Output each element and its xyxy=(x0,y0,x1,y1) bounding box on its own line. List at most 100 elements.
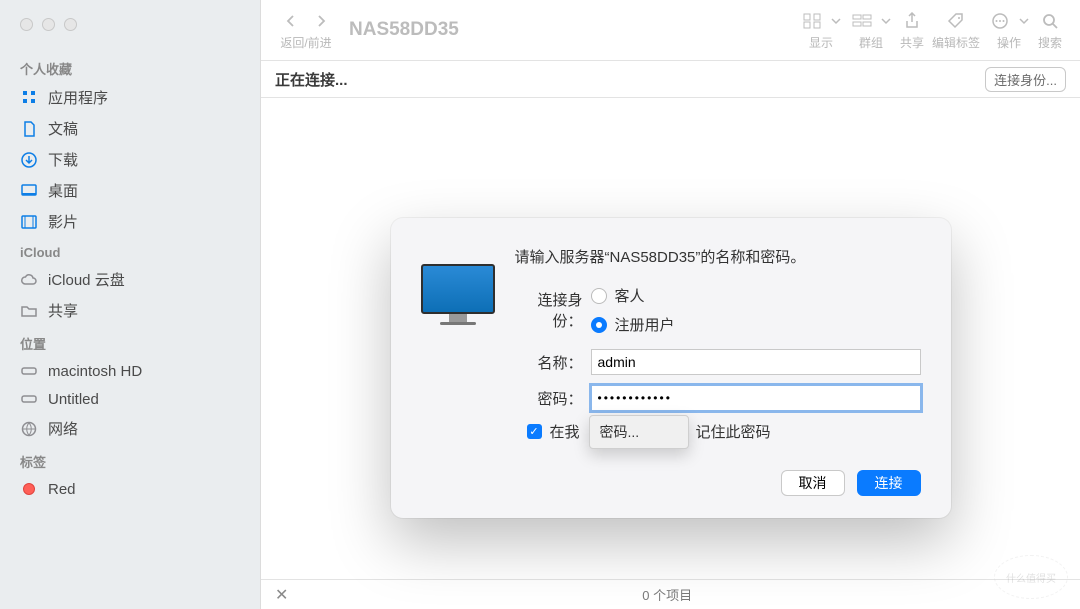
search-icon[interactable] xyxy=(1038,10,1062,32)
remember-label-before: 在我 xyxy=(550,421,580,442)
download-icon xyxy=(20,151,38,169)
sidebar-item-tag-red[interactable]: Red xyxy=(0,475,260,503)
cancel-icon[interactable]: ✕ xyxy=(275,585,288,605)
toolbar-actions-group: 操作 xyxy=(988,10,1030,51)
toolbar-label: 操作 xyxy=(997,34,1021,51)
sidebar-item-downloads[interactable]: 下载 xyxy=(0,144,260,175)
toolbar-label: 返回/前进 xyxy=(280,34,331,51)
disk-icon xyxy=(20,390,38,408)
tag-dot-icon xyxy=(20,480,38,498)
toolbar-label: 共享 xyxy=(900,34,924,51)
sidebar-item-icloud-drive[interactable]: iCloud 云盘 xyxy=(0,264,260,295)
main-area: 返回/前进 NAS58DD35 显示 群组 xyxy=(261,0,1080,609)
name-label: 名称： xyxy=(515,352,591,373)
name-input[interactable] xyxy=(591,349,921,375)
sidebar-item-applications[interactable]: 应用程序 xyxy=(0,82,260,113)
sidebar-section-icloud: iCloud xyxy=(0,237,260,264)
globe-icon xyxy=(20,420,38,438)
sidebar-item-label: Untitled xyxy=(48,391,99,408)
server-monitor-icon xyxy=(421,264,495,442)
disk-icon xyxy=(20,362,38,380)
button-label: 连接 xyxy=(875,473,903,493)
traffic-lights xyxy=(0,0,260,43)
button-label: 取消 xyxy=(799,473,827,493)
connection-bar: 正在连接... 连接身份... xyxy=(261,60,1080,98)
toolbar: 返回/前进 NAS58DD35 显示 群组 xyxy=(261,0,1080,60)
radio-guest[interactable]: 客人 xyxy=(591,285,675,306)
radio-unselected-icon xyxy=(591,288,607,304)
forward-button[interactable] xyxy=(309,10,333,32)
tag-icon[interactable] xyxy=(944,10,968,32)
watermark: 什么值得买 xyxy=(994,555,1068,599)
toolbar-label: 群组 xyxy=(859,34,883,51)
back-button[interactable] xyxy=(279,10,303,32)
group-icon[interactable] xyxy=(850,10,874,32)
toolbar-share-group: 共享 xyxy=(900,10,924,51)
chevron-down-icon[interactable] xyxy=(880,10,892,32)
connect-as-button[interactable]: 连接身份... xyxy=(985,67,1066,92)
toolbar-label: 显示 xyxy=(809,34,833,51)
status-bar: ✕ 0 个项目 xyxy=(261,579,1080,609)
close-window-icon[interactable] xyxy=(20,18,33,31)
sidebar-item-label: Red xyxy=(48,481,76,498)
sidebar-item-label: 应用程序 xyxy=(48,87,108,108)
sidebar-item-label: 下载 xyxy=(48,149,78,170)
chevron-down-icon[interactable] xyxy=(1018,10,1030,32)
sidebar-section-locations: 位置 xyxy=(0,326,260,357)
sidebar-scroll: 个人收藏 应用程序 文稿 下载 桌面 影片 iCloud xyxy=(0,43,260,609)
sidebar-item-untitled[interactable]: Untitled xyxy=(0,385,260,413)
auth-form: 请输入服务器“NAS58DD35”的名称和密码。 连接身份： 客人 xyxy=(515,246,921,442)
password-input[interactable] xyxy=(591,385,921,411)
toolbar-group-group: 群组 xyxy=(850,10,892,51)
sidebar-item-movies[interactable]: 影片 xyxy=(0,206,260,237)
document-icon xyxy=(20,120,38,138)
radio-selected-icon xyxy=(591,317,607,333)
window-title: NAS58DD35 xyxy=(349,19,459,41)
sidebar-section-tags: 标签 xyxy=(0,444,260,475)
connect-button[interactable]: 连接 xyxy=(857,470,921,496)
radio-label: 客人 xyxy=(615,285,645,306)
toolbar-label: 搜索 xyxy=(1038,34,1062,51)
sidebar: 个人收藏 应用程序 文稿 下载 桌面 影片 iCloud xyxy=(0,0,261,609)
password-autocomplete-popup[interactable]: 密码... xyxy=(589,415,689,449)
sidebar-item-desktop[interactable]: 桌面 xyxy=(0,175,260,206)
view-icon-grid-icon[interactable] xyxy=(800,10,824,32)
autocomplete-text: 密码... xyxy=(600,422,640,442)
cloud-icon xyxy=(20,271,38,289)
toolbar-label: 编辑标签 xyxy=(932,34,980,51)
sidebar-item-documents[interactable]: 文稿 xyxy=(0,113,260,144)
toolbar-view-group: 显示 xyxy=(800,10,842,51)
auth-dialog: 请输入服务器“NAS58DD35”的名称和密码。 连接身份： 客人 xyxy=(391,218,951,518)
connect-as-label: 连接身份： xyxy=(515,289,591,331)
share-icon[interactable] xyxy=(900,10,924,32)
sidebar-section-favorites: 个人收藏 xyxy=(0,51,260,82)
item-count: 0 个项目 xyxy=(288,585,1046,604)
dialog-prompt: 请输入服务器“NAS58DD35”的名称和密码。 xyxy=(515,246,921,267)
folder-shared-icon xyxy=(20,302,38,320)
toolbar-search-group: 搜索 xyxy=(1038,10,1062,51)
sidebar-item-label: 影片 xyxy=(48,211,78,232)
chevron-down-icon[interactable] xyxy=(830,10,842,32)
radio-registered[interactable]: 注册用户 xyxy=(591,314,675,335)
finder-window: 个人收藏 应用程序 文稿 下载 桌面 影片 iCloud xyxy=(0,0,1080,609)
sidebar-item-label: iCloud 云盘 xyxy=(48,269,125,290)
zoom-window-icon[interactable] xyxy=(64,18,77,31)
cancel-button[interactable]: 取消 xyxy=(781,470,845,496)
content-area: 请输入服务器“NAS58DD35”的名称和密码。 连接身份： 客人 xyxy=(261,98,1080,579)
radio-label: 注册用户 xyxy=(615,314,675,335)
toolbar-nav-group: 返回/前进 xyxy=(279,10,333,51)
sidebar-item-label: 共享 xyxy=(48,300,78,321)
sidebar-item-shared[interactable]: 共享 xyxy=(0,295,260,326)
sidebar-item-network[interactable]: 网络 xyxy=(0,413,260,444)
sidebar-item-label: macintosh HD xyxy=(48,363,142,380)
sidebar-item-label: 文稿 xyxy=(48,118,78,139)
sidebar-item-macintosh-hd[interactable]: macintosh HD xyxy=(0,357,260,385)
sidebar-item-label: 桌面 xyxy=(48,180,78,201)
movie-icon xyxy=(20,213,38,231)
toolbar-tags-group: 编辑标签 xyxy=(932,10,980,51)
desktop-icon xyxy=(20,182,38,200)
actions-icon[interactable] xyxy=(988,10,1012,32)
minimize-window-icon[interactable] xyxy=(42,18,55,31)
remember-label-after: 记住此密码 xyxy=(696,421,771,442)
remember-row[interactable]: ✓ 在我 记住此密码 密码... xyxy=(527,421,921,442)
